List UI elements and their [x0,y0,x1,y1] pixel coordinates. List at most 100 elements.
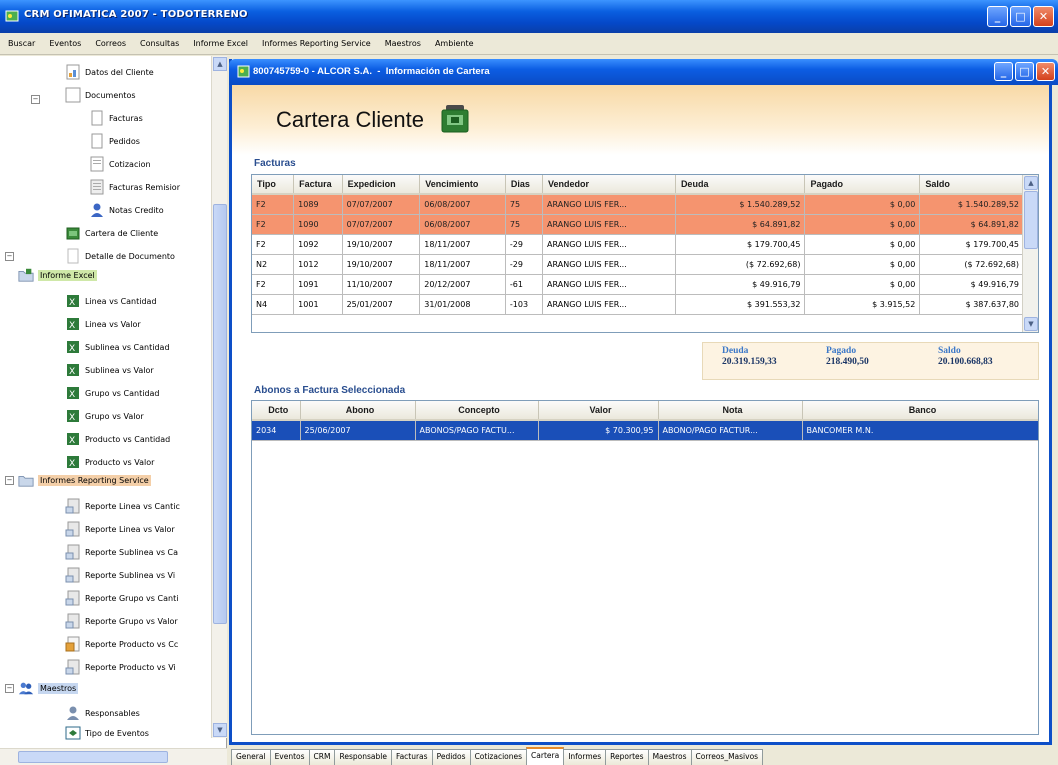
menu-informes-reporting[interactable]: Informes Reporting Service [262,39,371,48]
tab-eventos[interactable]: Eventos [269,749,310,765]
report-icon [65,613,81,629]
tree-item-informes-reporting[interactable]: Informes Reporting Service [18,472,151,488]
tree-item-grupo-valor[interactable]: X Grupo vs Valor [65,408,144,424]
collapse-icon[interactable]: − [5,684,14,693]
scroll-thumb[interactable] [213,204,227,624]
tree-item-linea-valor[interactable]: X Linea vs Valor [65,316,141,332]
cell-vencimiento: 18/11/2007 [419,234,506,255]
scroll-up-icon[interactable]: ▲ [213,57,227,71]
close-button[interactable]: ✕ [1033,6,1054,27]
column-header-expedicion[interactable]: Expedicion [342,175,421,195]
table-row[interactable]: N4 1001 25/01/2007 31/01/2008 -103 ARANGO LUI… [252,294,1024,315]
tab-pedidos[interactable]: Pedidos [431,749,471,765]
facturas-vertical-scrollbar[interactable]: ▲ ▼ [1022,175,1038,332]
tree-item-reporte-grupo-valor[interactable]: Reporte Grupo vs Valor [65,613,178,629]
minimize-button[interactable]: _ [994,62,1013,81]
tree-item-cotizacion[interactable]: Cotizacion [89,156,151,172]
tree-item-sublinea-cantidad[interactable]: X Sublinea vs Cantidad [65,339,170,355]
tab-maestros[interactable]: Maestros [647,749,692,765]
tree-item-reporte-sublinea-cantidad[interactable]: Reporte Sublinea vs Ca [65,544,178,560]
tree-item-producto-cantidad[interactable]: X Producto vs Cantidad [65,431,170,447]
table-row[interactable]: F2 1089 07/07/2007 06/08/2007 75 ARANGO LUIS … [252,194,1024,215]
tab-facturas[interactable]: Facturas [390,749,433,765]
column-header-vencimiento[interactable]: Vencimiento [419,175,506,195]
tree-item-reporte-linea-cantidad[interactable]: Reporte Linea vs Cantic [65,498,180,514]
tree-vertical-scrollbar[interactable]: ▲ ▼ [211,56,227,738]
navigation-tree[interactable]: − − − − Datos del Cliente Documentos Fac… [0,56,227,765]
tree-item-reporte-linea-valor[interactable]: Reporte Linea vs Valor [65,521,175,537]
maximize-button[interactable]: □ [1015,62,1034,81]
close-button[interactable]: ✕ [1036,62,1055,81]
column-header-deuda[interactable]: Deuda [675,175,806,195]
table-row[interactable]: F2 1090 07/07/2007 06/08/2007 75 ARANGO LUIS … [252,214,1024,235]
tab-responsable[interactable]: Responsable [334,749,392,765]
table-row[interactable]: F2 1091 11/10/2007 20/12/2007 -61 ARANGO LUIS… [252,274,1024,295]
scroll-up-icon[interactable]: ▲ [1024,176,1038,190]
column-header-valor[interactable]: Valor [538,401,659,421]
tree-item-facturas[interactable]: Facturas [89,110,143,126]
cell-vendedor: ARANGO LUIS FER... [542,294,676,315]
column-header-concepto[interactable]: Concepto [415,401,539,421]
tab-correos-masivos[interactable]: Correos_Masivos [690,749,764,765]
tree-item-datos-cliente[interactable]: Datos del Cliente [65,64,154,80]
scroll-down-icon[interactable]: ▼ [213,723,227,737]
tab-informes[interactable]: Informes [563,749,607,765]
scroll-thumb[interactable] [1024,191,1038,249]
tree-item-detalle-documento[interactable]: Detalle de Documento [65,248,175,264]
column-header-tipo[interactable]: Tipo [252,175,295,195]
minimize-button[interactable]: _ [987,6,1008,27]
collapse-icon[interactable]: − [5,476,14,485]
tree-item-sublinea-valor[interactable]: X Sublinea vs Valor [65,362,154,378]
tree-item-producto-valor[interactable]: X Producto vs Valor [65,454,154,470]
table-row[interactable]: N2 1012 19/10/2007 18/11/2007 -29 ARANGO LUIS… [252,254,1024,275]
column-header-vendedor[interactable]: Vendedor [542,175,676,195]
tree-item-tipo-eventos[interactable]: Tipo de Eventos [65,725,149,741]
tree-item-linea-cantidad[interactable]: X Linea vs Cantidad [65,293,157,309]
tree-item-pedidos[interactable]: Pedidos [89,133,140,149]
column-header-nota[interactable]: Nota [658,401,803,421]
tree-item-reporte-producto-valor[interactable]: Reporte Producto vs Vi [65,659,176,675]
tree-item-documentos[interactable]: Documentos [65,87,136,103]
maximize-button[interactable]: □ [1010,6,1031,27]
tree-item-grupo-cantidad[interactable]: X Grupo vs Cantidad [65,385,160,401]
column-header-factura[interactable]: Factura [293,175,343,195]
column-header-banco[interactable]: Banco [802,401,1038,421]
document-icon [89,156,105,172]
scroll-down-icon[interactable]: ▼ [1024,317,1038,331]
menu-buscar[interactable]: Buscar [8,39,35,48]
column-header-abono[interactable]: Abono [300,401,416,421]
column-header-saldo[interactable]: Saldo [919,175,1024,195]
tree-item-cartera-cliente[interactable]: Cartera de Cliente [65,225,158,241]
menu-informe-excel[interactable]: Informe Excel [193,39,248,48]
column-header-dcto[interactable]: Dcto [252,401,301,421]
scroll-thumb[interactable] [18,751,168,763]
menu-ambiente[interactable]: Ambiente [435,39,474,48]
tab-cartera[interactable]: Cartera [526,747,565,765]
tree-item-reporte-sublinea-valor[interactable]: Reporte Sublinea vs Vi [65,567,175,583]
tree-item-notas-credito[interactable]: Notas Credito [89,202,164,218]
tree-item-informe-excel[interactable]: Informe Excel [18,267,97,283]
column-header-pagado[interactable]: Pagado [804,175,921,195]
tree-item-maestros[interactable]: Maestros [18,680,79,696]
tab-general[interactable]: General [231,749,271,765]
tree-item-reporte-producto-cantidad[interactable]: Reporte Producto vs Cc [65,636,178,652]
tab-cotizaciones[interactable]: Cotizaciones [469,749,528,765]
tree-item-responsables[interactable]: Responsables [65,705,140,721]
tree-item-facturas-remision[interactable]: Facturas Remisior [89,179,180,195]
report-icon [65,544,81,560]
abonos-grid[interactable]: Dcto Abono Concepto Valor Nota Banco 2034 25/0… [251,400,1039,735]
menu-consultas[interactable]: Consultas [140,39,179,48]
menu-correos[interactable]: Correos [95,39,126,48]
column-header-dias[interactable]: Dias [505,175,544,195]
table-row[interactable]: F2 1092 19/10/2007 18/11/2007 -29 ARANGO LUIS… [252,234,1024,255]
collapse-icon[interactable]: − [31,95,40,104]
collapse-icon[interactable]: − [5,252,14,261]
facturas-grid[interactable]: Tipo Factura Expedicion Vencimiento Dias Vend… [251,174,1039,333]
menu-maestros[interactable]: Maestros [385,39,421,48]
menu-eventos[interactable]: Eventos [49,39,81,48]
tree-item-reporte-grupo-cantidad[interactable]: Reporte Grupo vs Canti [65,590,178,606]
table-row[interactable]: 2034 25/06/2007 ABONOS/PAGO FACTU... $ 70.3… [252,420,1038,441]
tab-crm[interactable]: CRM [308,749,336,765]
tab-reportes[interactable]: Reportes [605,749,649,765]
tree-horizontal-scrollbar[interactable] [0,748,227,765]
